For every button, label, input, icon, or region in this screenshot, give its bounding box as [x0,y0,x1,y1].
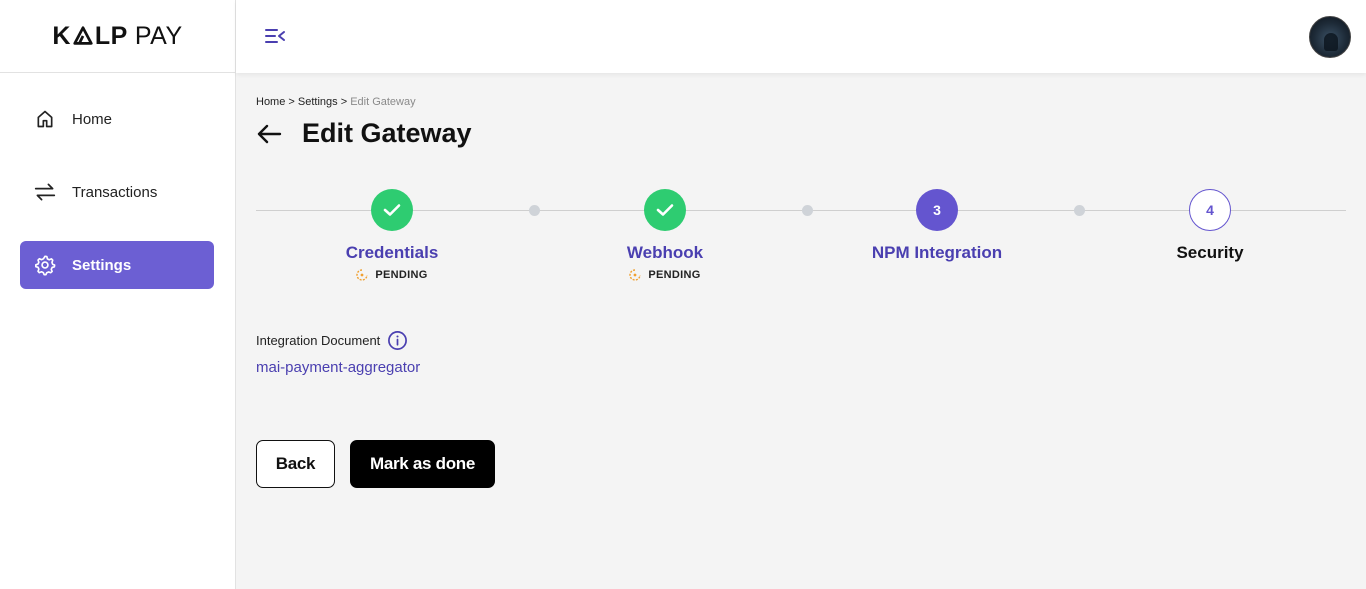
home-icon [34,108,56,130]
back-arrow-icon[interactable] [256,119,286,149]
integration-document-label: Integration Document [256,330,408,351]
integration-document-link[interactable]: mai-payment-aggregator [256,359,420,376]
step-current-circle: 3 [916,189,958,231]
step-npm-integration[interactable]: 3 NPM Integration [837,189,1037,263]
sidebar-item-transactions[interactable]: Transactions [20,168,214,216]
top-bar [236,0,1366,73]
logo[interactable]: K LP PAY [0,0,235,73]
breadcrumb-current: Edit Gateway [350,96,416,108]
stepper-dot [802,205,813,216]
step-webhook[interactable]: Webhook PENDING [565,189,765,281]
stepper: Credentials PENDING Webhook PENDING 3 NP… [256,189,1346,299]
sidebar-item-label: Transactions [72,183,158,201]
check-icon [383,204,401,216]
breadcrumb: Home > Settings > Edit Gateway [256,96,416,108]
step-status: PENDING [292,269,492,281]
step-status: PENDING [565,269,765,281]
stepper-dot [1074,205,1085,216]
pending-icon [356,269,369,281]
page-header: Edit Gateway [256,118,472,149]
page-title: Edit Gateway [302,118,472,148]
step-label: Webhook [626,243,704,262]
sidebar-item-label: Home [72,110,113,128]
step-label: NPM Integration [871,243,1003,262]
sidebar-nav: Home Transactions Settings [0,73,235,289]
breadcrumb-separator: > [285,96,298,108]
logo-mark-icon [73,26,93,45]
stepper-dot [529,205,540,216]
step-upcoming-circle: 4 [1189,189,1231,231]
step-done-circle [644,189,686,231]
logo-text: K LP PAY [52,21,183,50]
step-security[interactable]: 4 Security [1110,189,1310,263]
pending-icon [629,269,642,281]
step-status-text: PENDING [375,269,428,281]
logo-pay-text: PAY [134,21,183,50]
gear-icon [34,254,56,276]
sidebar-item-home[interactable]: Home [20,95,214,143]
info-icon[interactable] [387,330,408,351]
step-label: Credentials [345,243,439,262]
breadcrumb-settings[interactable]: Settings [298,96,338,108]
step-done-circle [371,189,413,231]
step-label: Security [1176,243,1244,262]
sidebar-item-settings[interactable]: Settings [20,241,214,289]
step-credentials[interactable]: Credentials PENDING [292,189,492,281]
mark-as-done-button[interactable]: Mark as done [350,440,495,488]
check-icon [656,204,674,216]
integration-document-text: Integration Document [256,333,381,348]
step-status-text: PENDING [648,269,701,281]
avatar[interactable] [1309,16,1351,58]
sidebar: K LP PAY Home Transactions Settings [0,0,236,589]
menu-collapse-icon[interactable] [264,27,288,47]
breadcrumb-home[interactable]: Home [256,96,285,108]
sidebar-item-label: Settings [72,256,132,274]
breadcrumb-separator: > [337,96,351,108]
transfer-arrows-icon [34,181,56,203]
back-button[interactable]: Back [256,440,335,488]
